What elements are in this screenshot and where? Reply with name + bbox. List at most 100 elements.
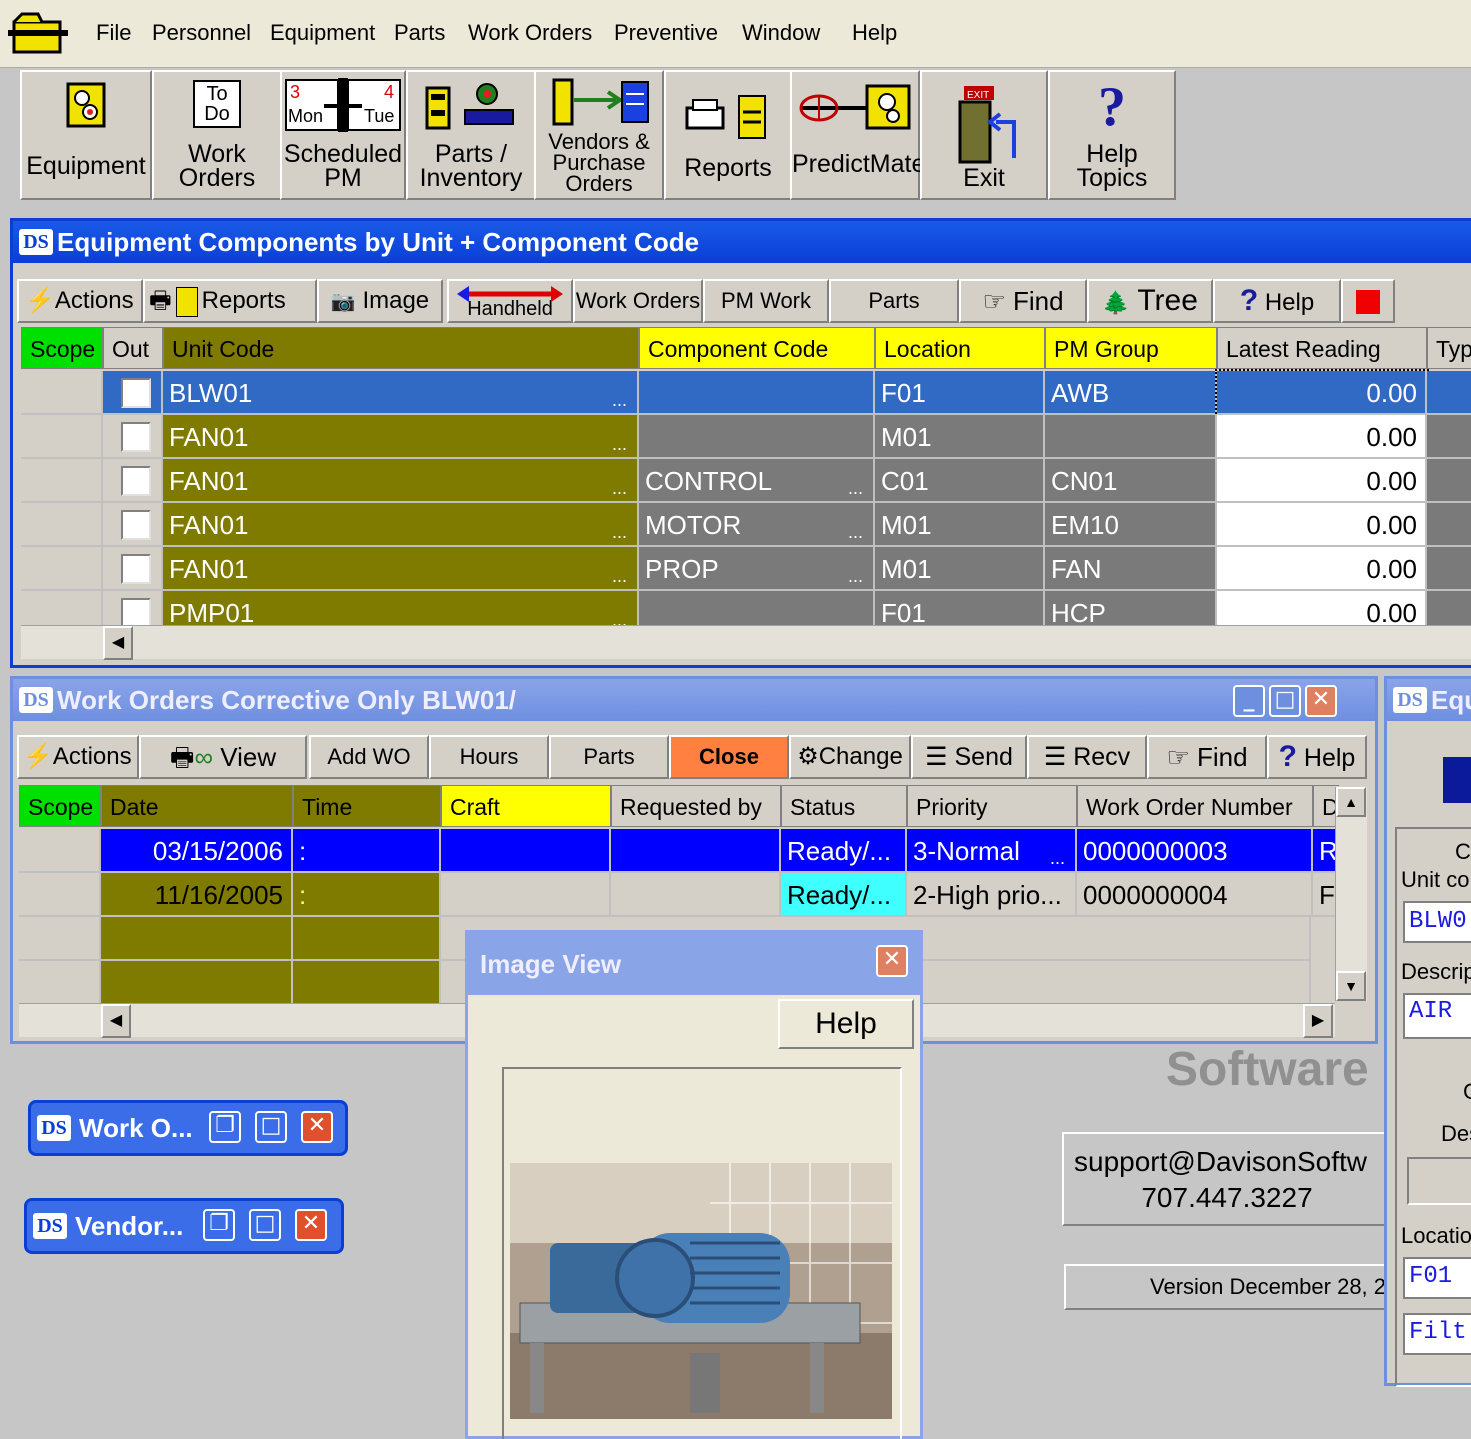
ellipsis-button[interactable]: ...: [612, 567, 627, 585]
col-time[interactable]: Time: [293, 785, 441, 827]
col-craft[interactable]: Craft: [441, 785, 611, 827]
col-scope[interactable]: Scope: [21, 327, 103, 369]
scope-cell[interactable]: [21, 371, 103, 415]
dark-button[interactable]: [1443, 757, 1471, 803]
equipment-button[interactable]: Equipment: [20, 70, 152, 200]
scope-cell[interactable]: [19, 873, 101, 917]
location-cell[interactable]: M01: [875, 547, 1045, 591]
restore-button[interactable]: ❐: [209, 1111, 241, 1143]
out-checkbox[interactable]: [121, 466, 151, 496]
find-button[interactable]: ☞ Find: [959, 279, 1087, 323]
parts-button[interactable]: Parts: [549, 735, 669, 779]
work-order-number-cell[interactable]: 0000000004: [1077, 873, 1313, 917]
status-cell[interactable]: Ready/...: [781, 873, 907, 917]
latest-reading-cell[interactable]: 0.00: [1217, 415, 1427, 459]
filter-field[interactable]: Filt: [1403, 1313, 1471, 1355]
actions-button[interactable]: ⚡Actions: [17, 279, 143, 323]
horizontal-scrollbar[interactable]: ◀: [21, 625, 1471, 660]
col-out[interactable]: Out: [103, 327, 163, 369]
out-cell[interactable]: [103, 459, 163, 503]
scope-cell[interactable]: [21, 591, 103, 627]
component-code-cell[interactable]: [639, 415, 875, 459]
close-button[interactable]: ✕: [876, 945, 908, 977]
help-topics-button[interactable]: ? Help Topics: [1048, 70, 1176, 200]
hours-button[interactable]: Hours: [429, 735, 549, 779]
ellipsis-button[interactable]: ...: [848, 523, 863, 541]
vendors-purchase-orders-button[interactable]: Vendors & Purchase Orders: [534, 70, 664, 200]
unit-code-cell[interactable]: PMP01...: [163, 591, 639, 627]
component-code-cell[interactable]: MOTOR...: [639, 503, 875, 547]
craft-cell[interactable]: [441, 873, 611, 917]
scroll-left-arrow-icon[interactable]: ◀: [103, 626, 133, 660]
col-priority[interactable]: Priority: [907, 785, 1077, 827]
pm-group-cell[interactable]: HCP: [1045, 591, 1217, 627]
support-email[interactable]: support@DavisonSoftw: [1064, 1144, 1390, 1180]
type-cell[interactable]: [1427, 415, 1471, 459]
scope-cell[interactable]: [21, 547, 103, 591]
date-cell[interactable]: 03/15/2006: [101, 829, 293, 873]
location-cell[interactable]: F01: [875, 371, 1045, 415]
pm-group-cell[interactable]: AWB: [1045, 371, 1217, 415]
recv-button[interactable]: ☰ Recv: [1027, 735, 1147, 779]
scroll-right-arrow-icon[interactable]: ▶: [1303, 1004, 1333, 1038]
col-scope[interactable]: Scope: [19, 785, 101, 827]
view-button[interactable]: 🖶∞ View: [139, 735, 307, 779]
menu-personnel[interactable]: Personnel: [152, 20, 251, 46]
component-code-cell[interactable]: PROP...: [639, 547, 875, 591]
latest-reading-cell[interactable]: 0.00: [1217, 503, 1427, 547]
description-field[interactable]: AIR: [1403, 993, 1471, 1039]
out-checkbox[interactable]: [121, 510, 151, 540]
ellipsis-button[interactable]: ...: [848, 567, 863, 585]
maximize-button[interactable]: □: [249, 1209, 281, 1241]
close-button[interactable]: ✕: [301, 1111, 333, 1143]
find-button[interactable]: ☞ Find: [1147, 735, 1267, 779]
close-button[interactable]: ✕: [1305, 685, 1337, 717]
menu-file[interactable]: File: [96, 20, 131, 46]
maximize-button[interactable]: □: [1269, 685, 1301, 717]
col-requested-by[interactable]: Requested by: [611, 785, 781, 827]
location-field[interactable]: F01: [1403, 1257, 1471, 1299]
parts-inventory-button[interactable]: Parts / Inventory: [406, 70, 536, 200]
minimized-work-orders-window[interactable]: DS Work O... ❐ □ ✕: [28, 1100, 348, 1156]
ellipsis-button[interactable]: ...: [1050, 849, 1065, 867]
reports-button[interactable]: Reports: [664, 70, 792, 200]
type-cell[interactable]: [1427, 547, 1471, 591]
menu-parts[interactable]: Parts: [394, 20, 445, 46]
handheld-button[interactable]: Handheld: [447, 279, 573, 323]
col-latest-reading[interactable]: Latest Reading: [1217, 327, 1427, 369]
component-code-cell[interactable]: [639, 371, 875, 415]
actions-button[interactable]: ⚡Actions: [17, 735, 139, 779]
col-work-order-number[interactable]: Work Order Number: [1077, 785, 1313, 827]
ellipsis-button[interactable]: ...: [612, 479, 627, 497]
ellipsis-button[interactable]: ...: [612, 391, 627, 409]
col-type[interactable]: Typ: [1427, 327, 1471, 369]
col-unit-code[interactable]: Unit Code: [163, 327, 639, 369]
col-component-code[interactable]: Component Code: [639, 327, 875, 369]
unit-code-cell[interactable]: FAN01...: [163, 503, 639, 547]
help-button[interactable]: ? Help: [1267, 735, 1367, 779]
location-cell[interactable]: C01: [875, 459, 1045, 503]
out-cell[interactable]: [103, 547, 163, 591]
time-cell[interactable]: :: [293, 829, 441, 873]
menu-preventive[interactable]: Preventive: [614, 20, 718, 46]
close-button[interactable]: ✕: [295, 1209, 327, 1241]
scheduled-pm-button[interactable]: 3 4 Mon Tue Scheduled PM: [280, 70, 406, 200]
location-cell[interactable]: M01: [875, 415, 1045, 459]
col-status[interactable]: Status: [781, 785, 907, 827]
out-cell[interactable]: [103, 415, 163, 459]
reports-button[interactable]: 🖶 Reports: [143, 279, 317, 323]
help-button[interactable]: ? Help: [1213, 279, 1341, 323]
type-cell[interactable]: [1427, 371, 1471, 415]
image-button[interactable]: 📷 Image: [317, 279, 443, 323]
out-cell[interactable]: [103, 371, 163, 415]
time-cell[interactable]: :: [293, 873, 441, 917]
pm-group-cell[interactable]: CN01: [1045, 459, 1217, 503]
pm-group-cell[interactable]: FAN: [1045, 547, 1217, 591]
out-checkbox[interactable]: [121, 378, 151, 408]
location-cell[interactable]: M01: [875, 503, 1045, 547]
stop-button[interactable]: [1341, 279, 1395, 323]
menu-help[interactable]: Help: [852, 20, 897, 46]
minimized-vendor-window[interactable]: DS Vendor... ❐ □ ✕: [24, 1198, 344, 1254]
requested-by-cell[interactable]: [611, 829, 781, 873]
unit-code-field[interactable]: BLW0: [1403, 901, 1471, 943]
